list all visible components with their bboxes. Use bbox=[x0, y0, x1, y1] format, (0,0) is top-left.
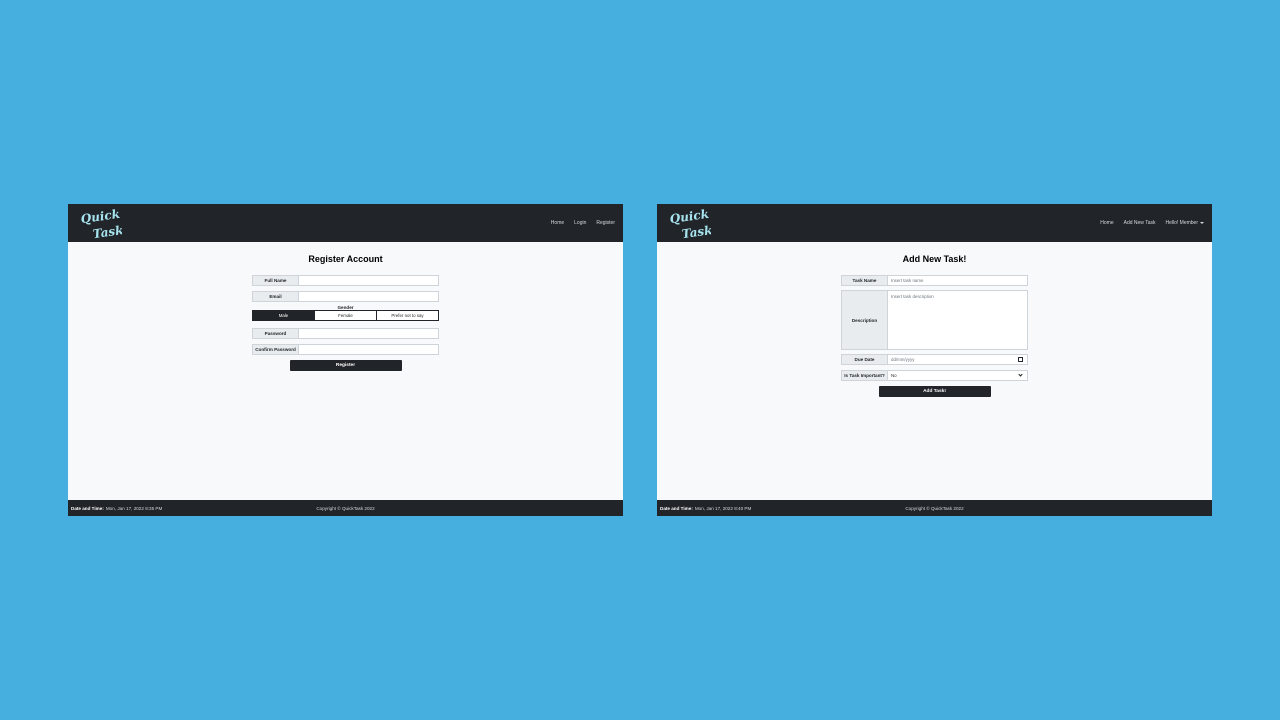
task-name-label: Task Name bbox=[841, 275, 887, 286]
confirm-password-input[interactable] bbox=[298, 344, 439, 355]
caret-down-icon bbox=[1200, 221, 1204, 224]
page-title: Add New Task! bbox=[902, 254, 967, 264]
due-date-label: Due Date bbox=[841, 354, 887, 365]
full-name-row: Full Name bbox=[252, 275, 439, 286]
register-screenshot: Quick Task Home Login Register Register … bbox=[68, 204, 623, 516]
important-row: Is Task Important? No bbox=[841, 370, 1028, 381]
add-task-button[interactable]: Add Task! bbox=[878, 386, 991, 397]
due-date-placeholder: dd/mm/yyyy bbox=[891, 357, 915, 362]
logo-line-2: Task bbox=[92, 223, 122, 240]
gender-option-prefer-not[interactable]: Prefer not to say bbox=[376, 311, 438, 320]
email-input[interactable] bbox=[298, 291, 439, 302]
nav-links: Home Add New Task Hello! Member bbox=[1090, 204, 1204, 242]
gender-option-female[interactable]: Female bbox=[314, 311, 376, 320]
calendar-icon[interactable] bbox=[1018, 357, 1023, 362]
due-date-input[interactable]: dd/mm/yyyy bbox=[887, 354, 1028, 365]
description-row: Description Insert task description bbox=[841, 290, 1028, 350]
main-content: Register Account Full Name Email Gender … bbox=[68, 242, 623, 500]
description-textarea[interactable]: Insert task description bbox=[887, 290, 1028, 350]
add-task-form: Task Name Insert task name Description I… bbox=[841, 275, 1028, 397]
nav-links: Home Login Register bbox=[541, 204, 615, 242]
chevron-down-icon bbox=[1018, 372, 1023, 377]
quicktask-logo[interactable]: Quick Task bbox=[80, 208, 122, 240]
nav-register[interactable]: Register bbox=[596, 220, 615, 226]
important-select-value: No bbox=[891, 373, 897, 378]
nav-home[interactable]: Home bbox=[551, 220, 564, 226]
full-name-input[interactable] bbox=[298, 275, 439, 286]
password-label: Password bbox=[252, 328, 298, 339]
confirm-password-label: Confirm Password bbox=[252, 344, 298, 355]
add-task-screenshot: Quick Task Home Add New Task Hello! Memb… bbox=[657, 204, 1212, 516]
nav-home[interactable]: Home bbox=[1100, 220, 1113, 226]
gender-radio-group: Male Female Prefer not to say bbox=[252, 310, 439, 321]
nav-add-new-task[interactable]: Add New Task bbox=[1124, 220, 1156, 226]
footer: Date and Time: Mon, Jan 17, 2022 8:40 PM… bbox=[657, 500, 1212, 516]
task-name-input[interactable]: Insert task name bbox=[887, 275, 1028, 286]
important-label: Is Task Important? bbox=[841, 370, 887, 381]
nav-login[interactable]: Login bbox=[574, 220, 586, 226]
main-content: Add New Task! Task Name Insert task name… bbox=[657, 242, 1212, 500]
quicktask-logo[interactable]: Quick Task bbox=[669, 208, 711, 240]
password-input[interactable] bbox=[298, 328, 439, 339]
confirm-password-row: Confirm Password bbox=[252, 344, 439, 355]
task-name-row: Task Name Insert task name bbox=[841, 275, 1028, 286]
register-form: Full Name Email Gender Male Female Prefe… bbox=[252, 275, 439, 371]
due-date-row: Due Date dd/mm/yyyy bbox=[841, 354, 1028, 365]
password-row: Password bbox=[252, 328, 439, 339]
email-row: Email bbox=[252, 291, 439, 302]
footer-copyright: Copyright © QuickTask 2022 bbox=[316, 505, 375, 511]
email-label: Email bbox=[252, 291, 298, 302]
footer-copyright: Copyright © QuickTask 2022 bbox=[905, 505, 964, 511]
user-dropdown-label: Hello! Member bbox=[1165, 220, 1198, 226]
important-select[interactable]: No bbox=[887, 370, 1028, 381]
navbar: Quick Task Home Add New Task Hello! Memb… bbox=[657, 204, 1212, 242]
logo-line-2: Task bbox=[681, 223, 711, 240]
page-title: Register Account bbox=[308, 254, 383, 264]
description-label: Description bbox=[841, 290, 887, 350]
full-name-label: Full Name bbox=[252, 275, 298, 286]
register-button[interactable]: Register bbox=[289, 360, 402, 371]
navbar: Quick Task Home Login Register bbox=[68, 204, 623, 242]
nav-user-dropdown[interactable]: Hello! Member bbox=[1165, 220, 1204, 226]
gender-option-male[interactable]: Male bbox=[253, 311, 314, 320]
footer: Date and Time: Mon, Jan 17, 2022 8:35 PM… bbox=[68, 500, 623, 516]
